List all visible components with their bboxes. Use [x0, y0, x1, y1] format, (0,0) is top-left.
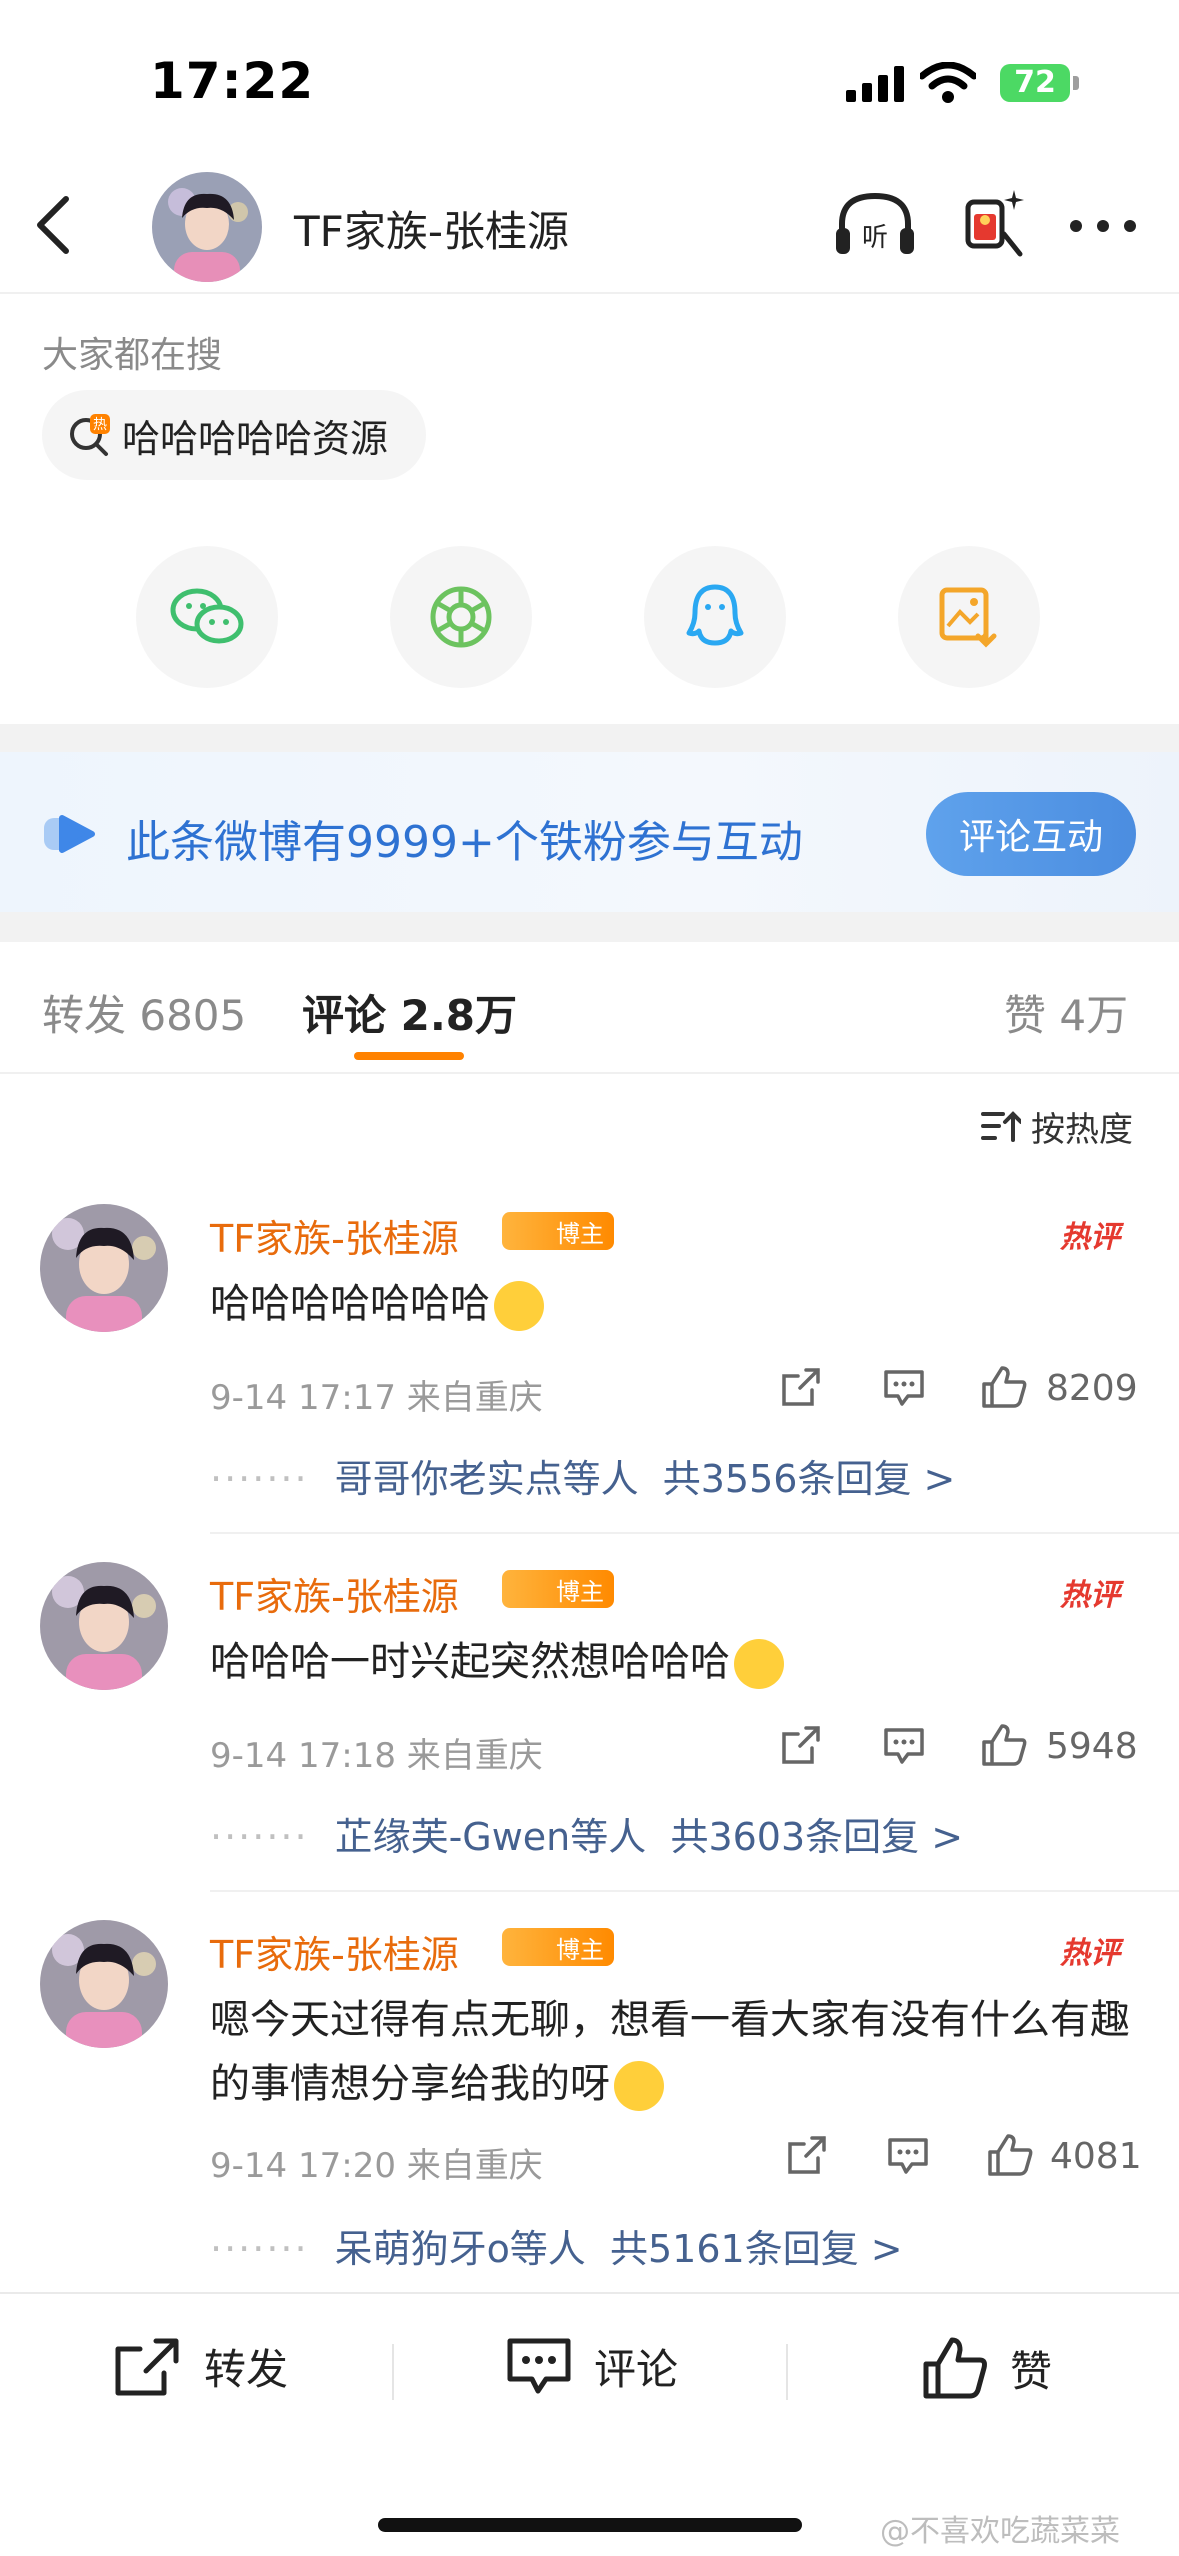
status-time: 17:22	[150, 52, 315, 110]
hot-search-icon: 热	[70, 414, 110, 456]
moments-icon	[430, 586, 492, 648]
grinning-emoji-icon	[734, 1639, 784, 1689]
comment-author-name[interactable]: TF家族-张桂源	[210, 1208, 459, 1263]
repost-icon	[115, 2338, 179, 2395]
comment-divider	[210, 1890, 1179, 1892]
tab-comment[interactable]: 评论 2.8万	[302, 982, 517, 1043]
view-replies-link[interactable]: ······· 哥哥你老实点等人 共3556条回复 >	[210, 1448, 955, 1503]
comment-text: 哈哈哈哈哈哈哈	[210, 1272, 1130, 1336]
view-replies-link[interactable]: ······· 芷缘芙-Gwen等人 共3603条回复 >	[210, 1806, 963, 1861]
sort-by-hot-button[interactable]: 按热度	[981, 1102, 1133, 1151]
like-label: 赞	[1010, 2346, 1053, 2396]
trending-caption: 大家都在搜	[42, 335, 223, 376]
comment-meta: 9-14 17:17 来自重庆	[210, 1378, 543, 1418]
share-qq-button[interactable]	[644, 546, 786, 688]
blogger-badge: 博主	[502, 1212, 614, 1250]
share-comment-icon[interactable]	[780, 1724, 822, 1766]
reply-comment-icon[interactable]	[882, 1726, 926, 1766]
save-image-button[interactable]	[898, 546, 1040, 688]
tab-like[interactable]: 赞 4万	[1004, 982, 1128, 1043]
reply-comment-icon[interactable]	[882, 1368, 926, 1408]
svg-text:听: 听	[862, 223, 888, 253]
comment-button[interactable]: 评论	[506, 2336, 678, 2397]
page-title: TF家族-张桂源	[294, 207, 569, 256]
listen-headphones-icon[interactable]: 听	[834, 188, 916, 260]
sort-icon	[981, 1110, 1021, 1142]
hot-comment-label: 热评	[1060, 1578, 1120, 1613]
comment-icon	[507, 2338, 571, 2393]
share-wechat-button[interactable]	[136, 546, 278, 688]
view-replies-link[interactable]: ······· 呆萌狗牙o等人 共5161条回复 >	[210, 2218, 903, 2273]
more-options-icon[interactable]	[1068, 218, 1138, 234]
comment-meta: 9-14 17:20 来自重庆	[210, 2146, 543, 2186]
section-separator	[0, 912, 1179, 942]
badge-label: 博主	[556, 1219, 604, 1248]
comment-label: 评论	[594, 2345, 679, 2394]
blushing-emoji-icon	[614, 2061, 664, 2111]
cellular-signal-icon	[846, 66, 904, 102]
badge-label: 博主	[556, 1935, 604, 1964]
interaction-play-icon	[44, 815, 95, 853]
comment-avatar[interactable]	[40, 1204, 168, 1332]
comment-interaction-button[interactable]: 评论互动	[926, 792, 1136, 876]
bottom-separator	[392, 2344, 394, 2400]
like-comment-icon[interactable]	[980, 1722, 1028, 1768]
battery-cap	[1073, 76, 1079, 90]
svg-text:热: 热	[93, 417, 107, 433]
active-tab-indicator	[354, 1052, 464, 1060]
comment-avatar[interactable]	[40, 1920, 168, 2048]
share-comment-icon[interactable]	[780, 1366, 822, 1408]
comment-like-count: 4081	[1050, 2136, 1142, 2177]
save-image-icon	[939, 587, 997, 648]
tab-repost[interactable]: 转发 6805	[42, 982, 246, 1043]
like-button[interactable]: 赞	[922, 2336, 1052, 2400]
reply-comment-icon[interactable]	[886, 2136, 930, 2176]
comment-meta: 9-14 17:18 来自重庆	[210, 1736, 543, 1776]
comment-author-name[interactable]: TF家族-张桂源	[210, 1924, 459, 1979]
share-moments-button[interactable]	[390, 546, 532, 688]
comment-author-name[interactable]: TF家族-张桂源	[210, 1566, 459, 1621]
section-separator	[0, 724, 1179, 752]
comment-text: 哈哈哈一时兴起突然想哈哈哈	[210, 1630, 1130, 1694]
back-arrow-icon[interactable]	[34, 195, 74, 255]
blogger-badge: 博主	[502, 1570, 614, 1608]
red-packet-search-icon[interactable]	[958, 184, 1030, 264]
share-comment-icon[interactable]	[786, 2134, 828, 2176]
battery-level: 72	[1000, 64, 1070, 102]
wechat-icon	[170, 588, 244, 644]
author-avatar[interactable]	[152, 172, 262, 282]
header-divider	[0, 292, 1179, 294]
badge-label: 博主	[556, 1577, 604, 1606]
repost-button[interactable]: 转发	[112, 2336, 288, 2397]
hot-search-chip[interactable]: 热 哈哈哈哈哈资源	[42, 390, 427, 480]
sort-label: 按热度	[1031, 1110, 1133, 1150]
like-comment-icon[interactable]	[980, 1364, 1028, 1410]
watermark: @不喜欢吃蔬菜菜	[880, 2514, 1120, 2549]
wifi-icon	[920, 62, 976, 103]
comment-divider	[210, 1532, 1179, 1534]
comment-like-count: 8209	[1046, 1368, 1138, 1409]
qq-icon	[686, 584, 744, 646]
bottom-separator	[786, 2344, 788, 2400]
banner-text: 此条微博有9999+个铁粉参与互动	[126, 817, 803, 868]
blogger-badge: 博主	[502, 1928, 614, 1966]
tabs-divider	[0, 1072, 1179, 1074]
laughing-emoji-icon	[494, 1281, 544, 1331]
hot-comment-label: 热评	[1060, 1220, 1120, 1255]
like-comment-icon[interactable]	[986, 2132, 1034, 2178]
repost-label: 转发	[204, 2345, 289, 2394]
hot-comment-label: 热评	[1060, 1936, 1120, 1971]
comment-text: 嗯今天过得有点无聊，想看一看大家有没有什么有趣的事情想分享给我的呀	[210, 1988, 1130, 2116]
hot-search-term: 哈哈哈哈哈资源	[122, 416, 389, 461]
like-icon	[923, 2337, 987, 2399]
comment-avatar[interactable]	[40, 1562, 168, 1690]
home-indicator[interactable]	[378, 2518, 802, 2532]
bottom-bar-divider	[0, 2292, 1179, 2294]
comment-like-count: 5948	[1046, 1726, 1138, 1767]
